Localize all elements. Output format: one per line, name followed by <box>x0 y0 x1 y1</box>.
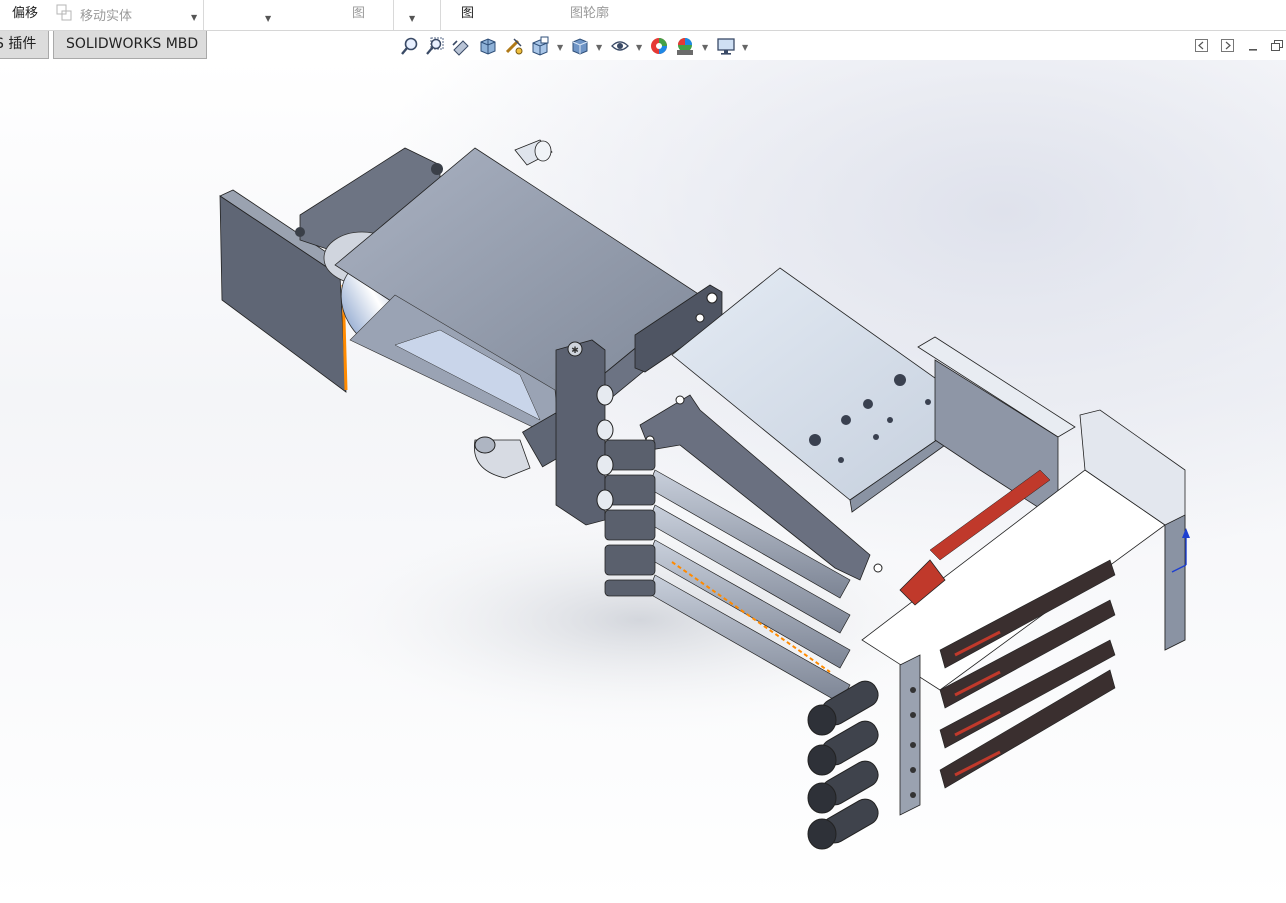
ribbon-divider <box>203 0 204 30</box>
chevron-down-icon[interactable]: ▼ <box>265 14 271 23</box>
move-body-button[interactable]: 移动实体 <box>80 7 132 27</box>
hide-show-items-icon[interactable] <box>610 36 630 56</box>
chevron-down-icon[interactable]: ▼ <box>636 43 642 52</box>
previous-view-icon[interactable] <box>451 36 471 56</box>
view-orientation-icon[interactable] <box>530 36 550 56</box>
chevron-down-icon[interactable]: ▼ <box>191 13 197 22</box>
tab-addins[interactable]: S 插件 <box>0 31 49 59</box>
chevron-down-icon[interactable]: ▼ <box>742 43 748 52</box>
offset-button[interactable]: 偏移 <box>12 4 38 24</box>
zoom-area-icon[interactable] <box>425 36 445 56</box>
dynamic-annotation-icon[interactable] <box>504 36 524 56</box>
cylinder-caps-left <box>596 384 656 597</box>
command-tabs: S 插件 SOLIDWORKS MBD <box>0 31 1286 60</box>
profile-button[interactable]: 图轮廓 <box>570 4 609 24</box>
view-button-2[interactable]: 图 <box>461 4 474 24</box>
chevron-down-icon[interactable]: ▼ <box>557 43 563 52</box>
move-body-icon <box>56 4 72 21</box>
view-settings-icon[interactable] <box>716 36 736 56</box>
front-strip <box>899 654 921 816</box>
tile-left-icon[interactable] <box>1195 39 1208 52</box>
view-button-1[interactable]: 图 <box>352 4 365 24</box>
restore-icon[interactable] <box>1271 39 1284 52</box>
graphics-viewport[interactable]: ✱ <box>0 60 1286 903</box>
ribbon-divider <box>393 0 394 30</box>
edit-appearance-icon[interactable] <box>649 36 669 56</box>
minimize-icon[interactable] <box>1247 39 1260 52</box>
chevron-down-icon[interactable]: ▼ <box>409 14 415 23</box>
chevron-down-icon[interactable]: ▼ <box>596 43 602 52</box>
zoom-to-fit-icon[interactable] <box>400 36 420 56</box>
section-view-icon[interactable] <box>478 36 498 56</box>
cad-model[interactable]: ✱ <box>0 60 1286 903</box>
tab-solidworks-mbd[interactable]: SOLIDWORKS MBD <box>53 31 207 59</box>
ribbon-divider <box>440 0 441 30</box>
svg-text:✱: ✱ <box>571 346 579 356</box>
display-style-icon[interactable] <box>570 36 590 56</box>
top-shaft <box>514 139 553 166</box>
apply-scene-icon[interactable] <box>675 36 695 56</box>
tile-right-icon[interactable] <box>1221 39 1234 52</box>
right-rail <box>917 336 1076 521</box>
chevron-down-icon[interactable]: ▼ <box>702 43 708 52</box>
command-manager-ribbon: 偏移 移动实体 ▼ ▼ 图 ▼ 图 图轮廓 <box>0 0 1286 31</box>
